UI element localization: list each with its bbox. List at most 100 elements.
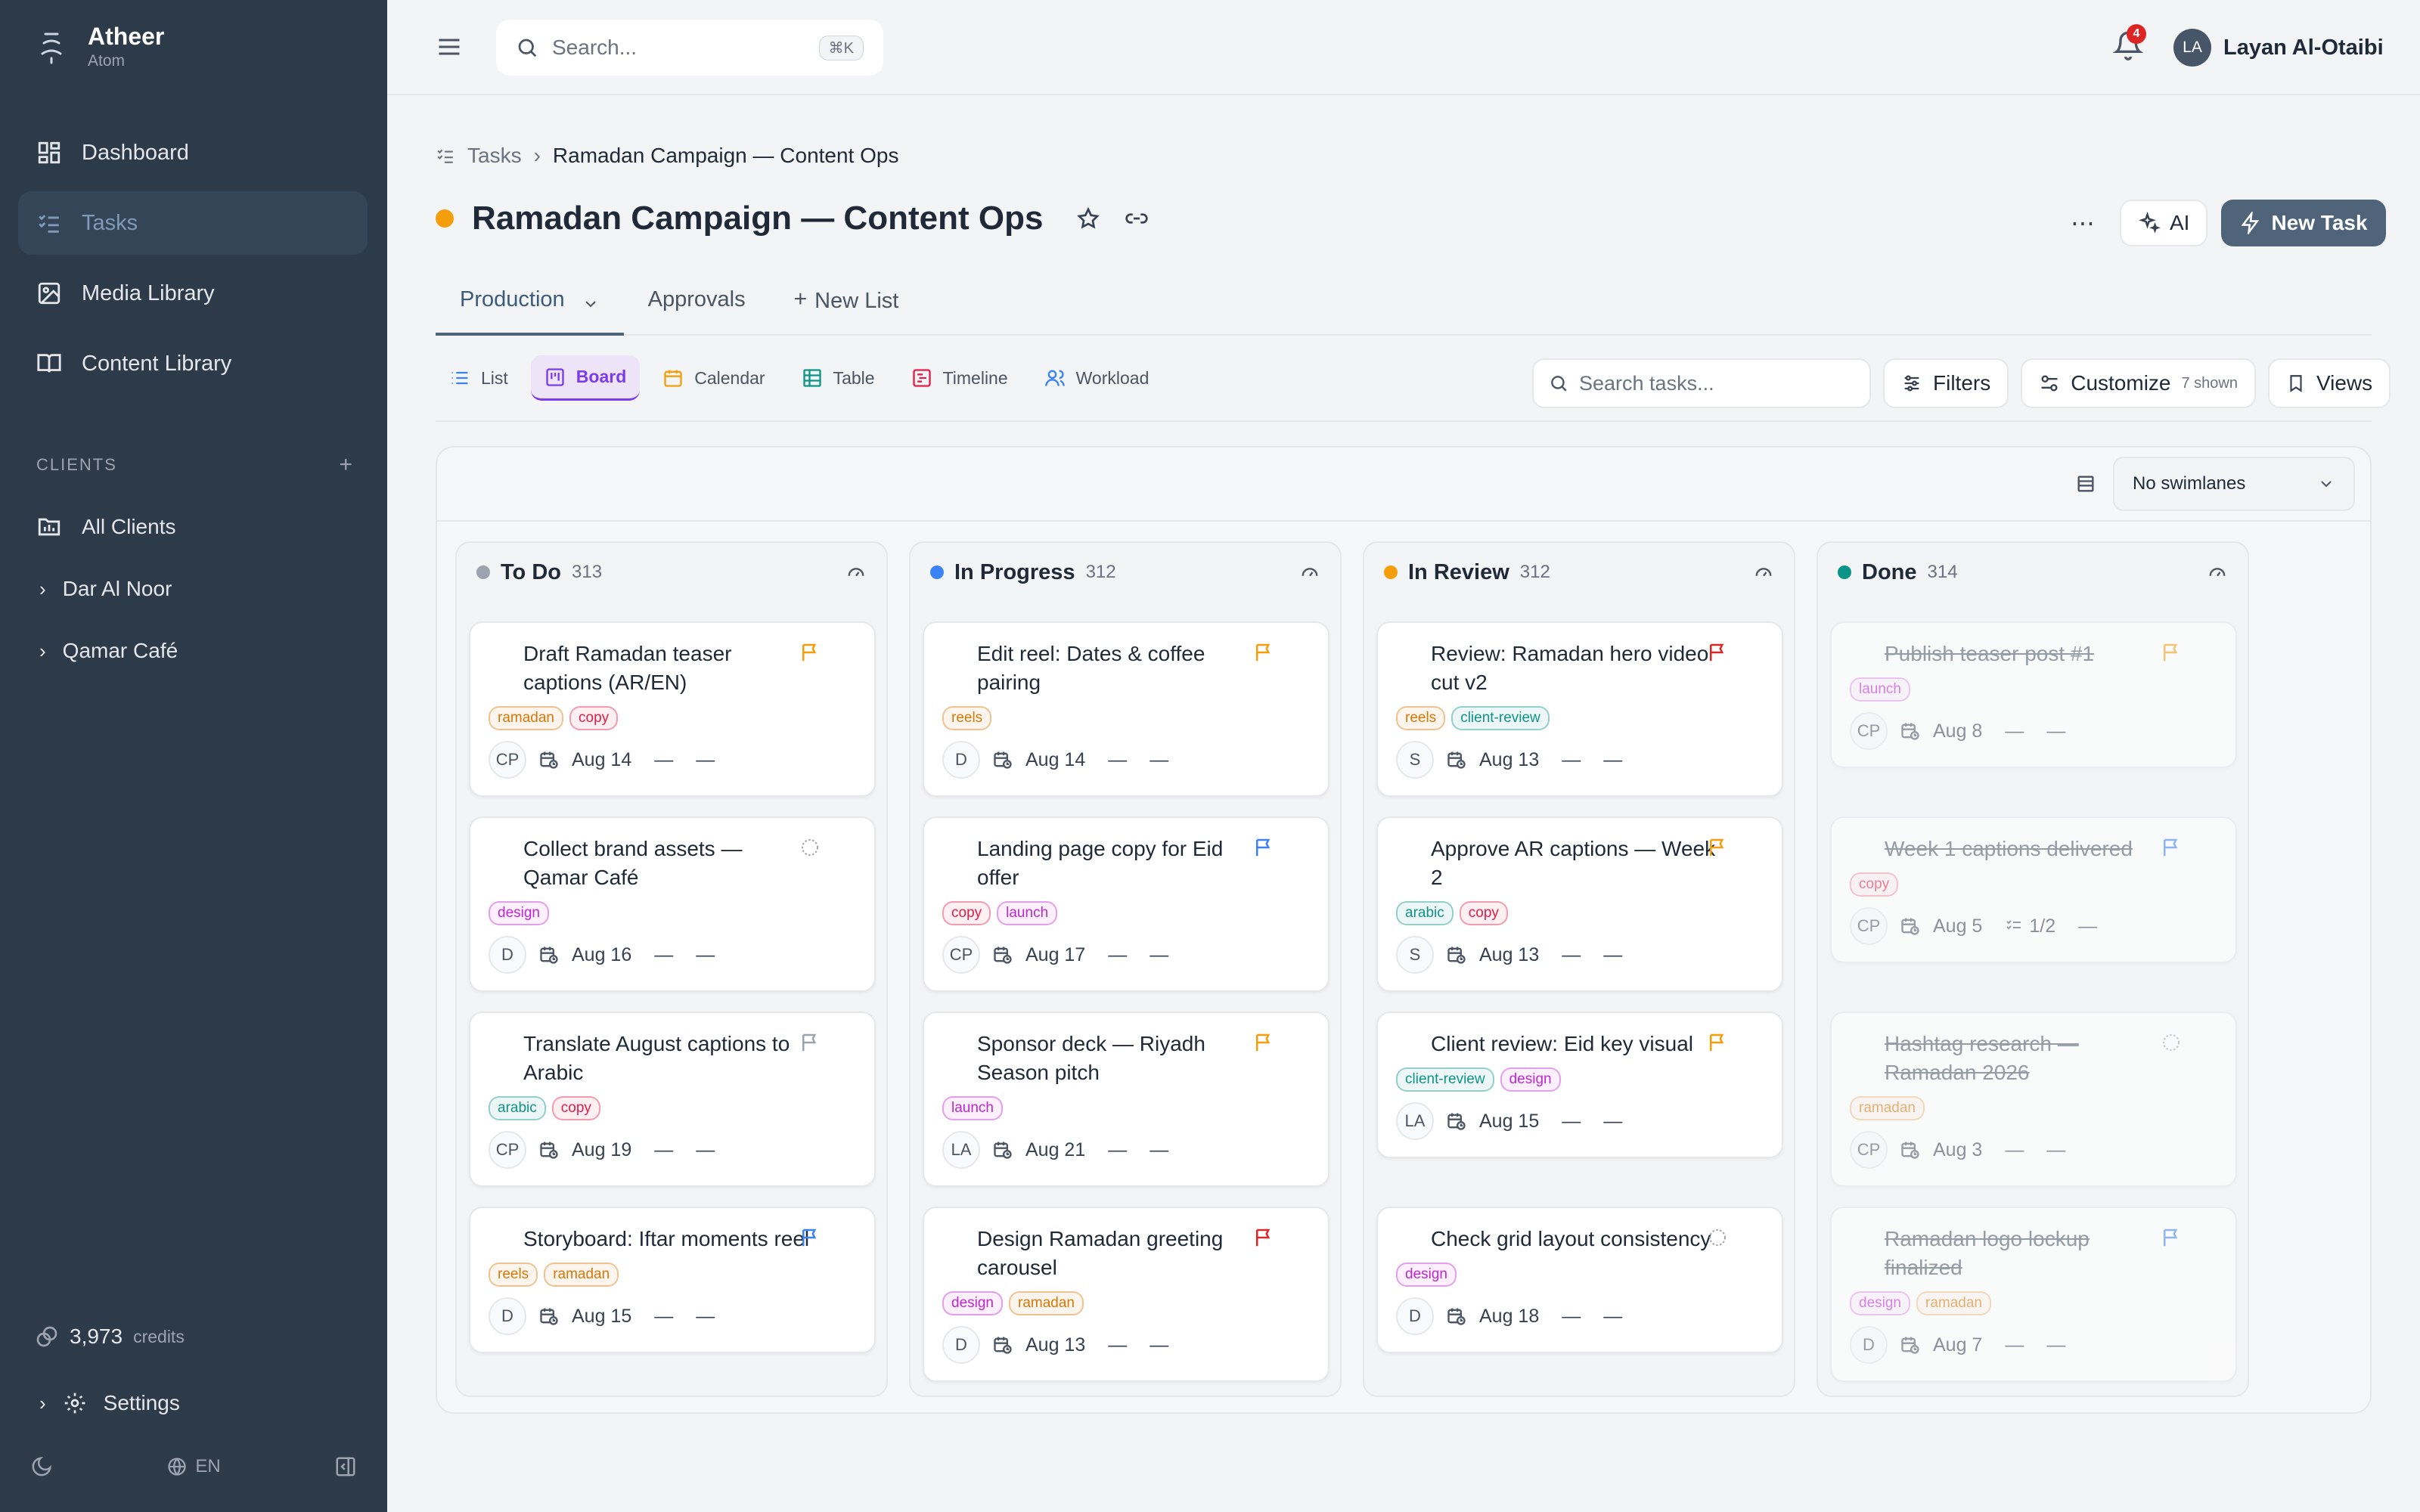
task-tag[interactable]: reels xyxy=(942,706,992,730)
due-date[interactable]: Aug 16 xyxy=(572,944,631,966)
menu-icon[interactable] xyxy=(436,33,463,60)
priority-flag-icon[interactable] xyxy=(2160,836,2183,863)
column-header[interactable]: In Review 312 xyxy=(1364,543,1794,602)
due-date[interactable]: Aug 14 xyxy=(572,749,631,771)
client-item-all[interactable]: All Clients xyxy=(18,496,368,558)
due-date[interactable]: Aug 3 xyxy=(1933,1139,1982,1161)
nav-item-tasks[interactable]: Tasks xyxy=(18,191,368,255)
notifications-button[interactable]: 4 xyxy=(2112,24,2146,66)
views-button[interactable]: Views xyxy=(2268,358,2391,408)
column-header[interactable]: To Do 313 xyxy=(457,543,886,602)
due-date[interactable]: Aug 13 xyxy=(1479,749,1539,771)
task-tag[interactable]: design xyxy=(942,1291,1003,1315)
task-tag[interactable]: reels xyxy=(1396,706,1446,730)
view-workload[interactable]: Workload xyxy=(1031,355,1163,401)
no-priority-icon[interactable] xyxy=(2160,1031,2183,1058)
task-tag[interactable]: copy xyxy=(569,706,619,730)
assignee-avatar[interactable]: D xyxy=(942,741,980,779)
task-tag[interactable]: launch xyxy=(997,901,1058,925)
task-card[interactable]: Landing page copy for Eid offer copy launc… xyxy=(923,816,1329,992)
task-card[interactable]: Edit reel: Dates & coffee pairing reels D … xyxy=(923,621,1329,797)
priority-flag-icon[interactable] xyxy=(799,1031,821,1058)
user-menu[interactable]: LA Layan Al-Otaibi xyxy=(2173,29,2384,67)
task-tag[interactable]: client-review xyxy=(1451,706,1550,730)
priority-flag-icon[interactable] xyxy=(1252,1226,1275,1253)
task-card[interactable]: Design Ramadan greeting carousel design ra… xyxy=(923,1207,1329,1382)
task-tag[interactable]: reels xyxy=(489,1263,538,1287)
assignee-avatar[interactable]: D xyxy=(489,936,526,974)
assignee-avatar[interactable]: D xyxy=(1396,1297,1434,1335)
more-icon[interactable]: ⋯ xyxy=(2060,209,2106,237)
view-board[interactable]: Board xyxy=(530,355,641,401)
priority-flag-icon[interactable] xyxy=(1706,1031,1729,1058)
breadcrumb-root[interactable]: Tasks xyxy=(467,144,522,168)
task-card[interactable]: Ramadan logo lockup finalized design ramad… xyxy=(1830,1207,2237,1382)
task-tag[interactable]: copy xyxy=(942,901,991,925)
assignee-avatar[interactable]: D xyxy=(489,1297,526,1335)
task-card[interactable]: Draft Ramadan teaser captions (AR/EN) ram… xyxy=(469,621,876,797)
chevron-right-icon[interactable]: › xyxy=(39,640,46,663)
client-item-dar-al-noor[interactable]: › Dar Al Noor xyxy=(18,558,368,620)
assignee-avatar[interactable]: CP xyxy=(489,741,526,779)
task-tag[interactable]: design xyxy=(1850,1291,1910,1315)
assignee-avatar[interactable]: CP xyxy=(1850,712,1888,750)
task-card[interactable]: Translate August captions to Arabic arabi… xyxy=(469,1012,876,1187)
link-icon[interactable] xyxy=(1125,206,1149,231)
nav-item-dashboard[interactable]: Dashboard xyxy=(18,121,368,184)
task-card[interactable]: Sponsor deck — Riyadh Season pitch launch… xyxy=(923,1012,1329,1187)
add-client-icon[interactable]: + xyxy=(339,452,354,478)
column-header[interactable]: Done 314 xyxy=(1818,543,2248,602)
task-tag[interactable]: client-review xyxy=(1396,1067,1494,1092)
gauge-icon[interactable] xyxy=(845,562,867,583)
assignee-avatar[interactable]: S xyxy=(1396,936,1434,974)
no-priority-icon[interactable] xyxy=(799,836,821,863)
task-tag[interactable]: ramadan xyxy=(544,1263,619,1287)
task-search-input[interactable]: Search tasks... xyxy=(1532,358,1871,408)
swimlanes-select[interactable]: No swimlanes xyxy=(2113,457,2355,511)
task-tag[interactable]: design xyxy=(1500,1067,1561,1092)
due-date[interactable]: Aug 18 xyxy=(1479,1306,1539,1328)
priority-flag-icon[interactable] xyxy=(1706,836,1729,863)
task-tag[interactable]: launch xyxy=(942,1096,1003,1120)
task-tag[interactable]: ramadan xyxy=(489,706,563,730)
ai-button[interactable]: AI xyxy=(2120,200,2208,246)
due-date[interactable]: Aug 14 xyxy=(1025,749,1085,771)
task-tag[interactable]: arabic xyxy=(1396,901,1454,925)
tab-approvals[interactable]: Approvals xyxy=(624,280,770,336)
due-date[interactable]: Aug 19 xyxy=(572,1139,631,1161)
task-tag[interactable]: launch xyxy=(1850,677,1910,702)
new-list-button[interactable]: + New List xyxy=(770,280,923,336)
assignee-avatar[interactable]: D xyxy=(942,1326,980,1364)
assignee-avatar[interactable]: CP xyxy=(1850,1131,1888,1169)
priority-flag-icon[interactable] xyxy=(1706,641,1729,668)
task-card[interactable]: Storyboard: Iftar moments reel reels ramad… xyxy=(469,1207,876,1353)
gauge-icon[interactable] xyxy=(1753,562,1774,583)
brand[interactable]: Atheer Atom xyxy=(35,23,164,70)
priority-flag-icon[interactable] xyxy=(1252,641,1275,668)
task-card[interactable]: Review: Ramadan hero video cut v2 reels cl… xyxy=(1376,621,1783,797)
view-table[interactable]: Table xyxy=(788,355,889,401)
no-priority-icon[interactable] xyxy=(1706,1226,1729,1253)
task-tag[interactable]: arabic xyxy=(489,1096,546,1120)
priority-flag-icon[interactable] xyxy=(1252,836,1275,863)
task-tag[interactable]: ramadan xyxy=(1009,1291,1084,1315)
assignee-avatar[interactable]: CP xyxy=(1850,907,1888,945)
view-timeline[interactable]: Timeline xyxy=(898,355,1022,401)
task-card[interactable]: Check grid layout consistency design D Aug… xyxy=(1376,1207,1783,1353)
due-date[interactable]: Aug 17 xyxy=(1025,944,1085,966)
chevron-down-icon[interactable] xyxy=(582,295,600,313)
task-tag[interactable]: copy xyxy=(1459,901,1508,925)
column-header[interactable]: In Progress 312 xyxy=(911,543,1340,602)
priority-flag-icon[interactable] xyxy=(799,641,821,668)
task-tag[interactable]: copy xyxy=(551,1096,600,1120)
task-card[interactable]: Client review: Eid key visual client-revi… xyxy=(1376,1012,1783,1158)
due-date[interactable]: Aug 15 xyxy=(1479,1111,1539,1132)
star-icon[interactable] xyxy=(1076,206,1100,231)
due-date[interactable]: Aug 8 xyxy=(1933,720,1982,742)
assignee-avatar[interactable]: S xyxy=(1396,741,1434,779)
client-item-qamar-cafe[interactable]: › Qamar Café xyxy=(18,620,368,682)
filters-button[interactable]: Filters xyxy=(1883,358,2009,408)
task-card[interactable]: Hashtag research — Ramadan 2026 ramadan CP… xyxy=(1830,1012,2237,1187)
nav-item-media-library[interactable]: Media Library xyxy=(18,262,368,325)
due-date[interactable]: Aug 21 xyxy=(1025,1139,1085,1161)
